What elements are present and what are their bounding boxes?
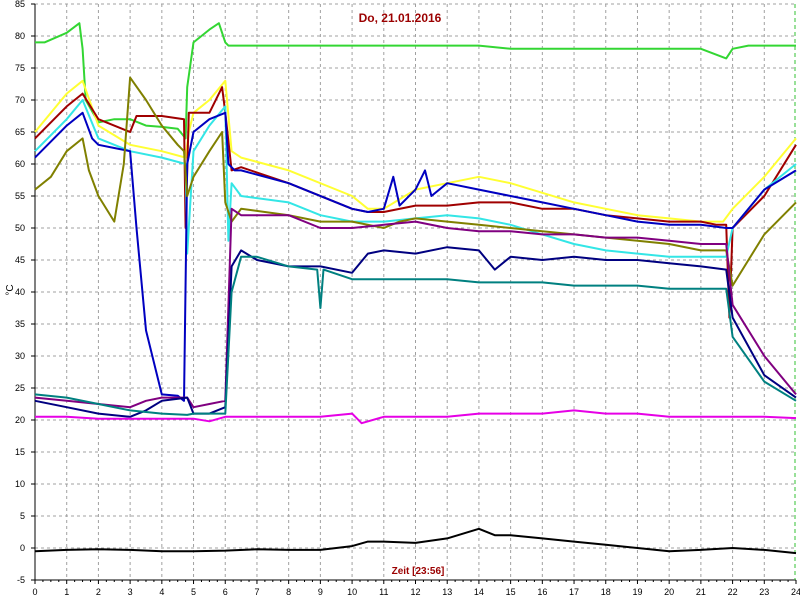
x-tick-label: 10: [347, 587, 357, 597]
y-tick-label: 25: [15, 383, 25, 393]
y-tick-label: 50: [15, 223, 25, 233]
y-tick-label: 80: [15, 31, 25, 41]
x-tick-label: 14: [474, 587, 484, 597]
y-tick-label: 70: [15, 95, 25, 105]
y-tick-label: 30: [15, 351, 25, 361]
x-tick-label: 6: [223, 587, 228, 597]
x-tick-label: 21: [696, 587, 706, 597]
x-tick-label: 20: [664, 587, 674, 597]
x-tick-label: 16: [537, 587, 547, 597]
y-tick-label: 35: [15, 319, 25, 329]
x-tick-label: 3: [128, 587, 133, 597]
y-tick-label: 40: [15, 287, 25, 297]
x-tick-label: 2: [96, 587, 101, 597]
y-tick-label: 5: [20, 511, 25, 521]
x-tick-label: 13: [442, 587, 452, 597]
x-tick-label: 5: [191, 587, 196, 597]
y-tick-label: 45: [15, 255, 25, 265]
x-tick-label: 7: [254, 587, 259, 597]
chart-background: [0, 0, 800, 600]
x-tick-label: 12: [410, 587, 420, 597]
y-axis-label: °C: [5, 284, 16, 295]
x-tick-label: 4: [159, 587, 164, 597]
x-tick-label: 9: [318, 587, 323, 597]
x-tick-label: 18: [601, 587, 611, 597]
x-tick-label: 22: [728, 587, 738, 597]
x-axis-label: Zeit [23:56]: [392, 566, 445, 577]
y-tick-label: 85: [15, 0, 25, 9]
x-tick-label: 0: [32, 587, 37, 597]
y-tick-label: 10: [15, 479, 25, 489]
x-tick-label: 23: [759, 587, 769, 597]
y-tick-label: 0: [20, 543, 25, 553]
temperature-chart: 0 1 2 3 4 5 6 7 8 9 10 11 12 13 14 15 16 17 18 19 20 21 22 23 24…: [0, 0, 800, 600]
x-tick-label: 24: [791, 587, 800, 597]
x-tick-label: 1: [64, 587, 69, 597]
y-tick-label: 75: [15, 63, 25, 73]
chart-title: Do, 21.01.2016: [359, 11, 442, 25]
x-tick-label: 17: [569, 587, 579, 597]
y-tick-label: 20: [15, 415, 25, 425]
y-tick-label: 60: [15, 159, 25, 169]
x-tick-label: 19: [632, 587, 642, 597]
y-tick-label: 55: [15, 191, 25, 201]
y-tick-label: 65: [15, 127, 25, 137]
y-tick-label: 15: [15, 447, 25, 457]
x-tick-label: 11: [379, 587, 388, 597]
y-tick-label: -5: [17, 575, 25, 585]
x-tick-label: 15: [506, 587, 516, 597]
x-tick-label: 8: [286, 587, 291, 597]
